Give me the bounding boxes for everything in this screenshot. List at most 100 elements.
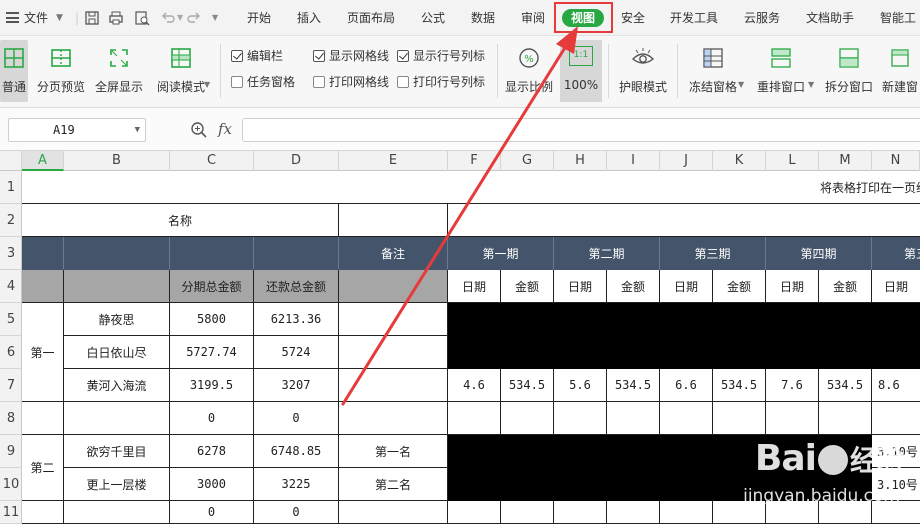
cell-f11[interactable] <box>448 501 501 524</box>
tab-smart-tools[interactable]: 智能工 <box>880 0 916 36</box>
repay-total-cell[interactable]: 0 <box>254 501 339 524</box>
date-header[interactable]: 日期 <box>554 270 607 303</box>
date-cell[interactable]: 4.6 <box>448 369 501 402</box>
amount-cell[interactable]: 534.5 <box>713 369 766 402</box>
installment-total-cell[interactable]: 6278 <box>170 435 254 468</box>
row-header-8[interactable]: 8 <box>0 402 22 435</box>
chevron-down-icon[interactable]: ▼ <box>56 0 63 36</box>
installment-total-cell[interactable]: 3199.5 <box>170 369 254 402</box>
date-header[interactable]: 日期 <box>448 270 501 303</box>
tab-data[interactable]: 数据 <box>471 0 495 36</box>
remark-cell[interactable] <box>339 501 448 524</box>
cell-a4[interactable] <box>22 270 64 303</box>
period-2-header[interactable]: 第二期 <box>554 237 660 270</box>
col-header-j[interactable]: J <box>660 151 713 171</box>
row-header-2[interactable]: 2 <box>0 204 22 237</box>
chevron-down-icon[interactable]: ▼ <box>212 0 218 36</box>
cell-a11[interactable] <box>22 501 64 524</box>
cell-n8[interactable] <box>872 402 920 435</box>
period-4-header[interactable]: 第四期 <box>766 237 872 270</box>
cell-h11[interactable] <box>554 501 607 524</box>
amount-header[interactable]: 金额 <box>607 270 660 303</box>
page-break-preview-button[interactable]: 分页预览 <box>34 40 88 102</box>
amount-cell[interactable]: 534.5 <box>819 369 872 402</box>
repay-total-header[interactable]: 还款总金额 <box>254 270 339 303</box>
installment-total-cell[interactable]: 3000 <box>170 468 254 501</box>
row-header-11[interactable]: 11 <box>0 501 22 524</box>
edit-bar-checkbox[interactable]: 编辑栏 <box>231 48 301 64</box>
col-header-g[interactable]: G <box>501 151 554 171</box>
col-header-d[interactable]: D <box>254 151 339 171</box>
amount-header[interactable]: 金额 <box>713 270 766 303</box>
cell-c3[interactable] <box>170 237 254 270</box>
cell-j11[interactable] <box>660 501 713 524</box>
cell-f2[interactable] <box>448 204 920 237</box>
cell-b3[interactable] <box>64 237 170 270</box>
repay-total-cell[interactable]: 3207 <box>254 369 339 402</box>
row-header-5[interactable]: 5 <box>0 303 22 336</box>
tab-cloud[interactable]: 云服务 <box>744 0 780 36</box>
date-cell[interactable]: 8.6 <box>872 369 920 402</box>
new-window-button[interactable]: 新建窗 <box>880 40 920 102</box>
select-all-corner[interactable] <box>0 151 22 171</box>
cell-d3[interactable] <box>254 237 339 270</box>
split-window-button[interactable]: 拆分窗口 <box>822 40 876 102</box>
amount-cell[interactable]: 534.5 <box>607 369 660 402</box>
col-header-h[interactable]: H <box>554 151 607 171</box>
col-header-b[interactable]: B <box>64 151 170 171</box>
chevron-down-icon[interactable]: ▼ <box>135 119 140 141</box>
eye-mode-button[interactable]: 护眼模式 <box>614 40 672 102</box>
name-header-cell[interactable]: 名称 <box>22 204 339 237</box>
remark-cell[interactable] <box>339 402 448 435</box>
col-header-c[interactable]: C <box>170 151 254 171</box>
show-gridlines-checkbox[interactable]: 显示网格线 <box>313 48 393 64</box>
tab-page-layout[interactable]: 页面布局 <box>347 0 395 36</box>
normal-view-button[interactable]: 普通 <box>0 40 28 102</box>
date-header[interactable]: 日期 <box>872 270 920 303</box>
fullscreen-button[interactable]: 全屏显示 <box>92 40 146 102</box>
installment-total-cell[interactable]: 5727.74 <box>170 336 254 369</box>
tab-home[interactable]: 开始 <box>247 0 271 36</box>
installment-total-cell[interactable]: 0 <box>170 501 254 524</box>
col-header-l[interactable]: L <box>766 151 819 171</box>
remark-header-cell[interactable]: 备注 <box>339 237 448 270</box>
col-header-n[interactable]: N <box>872 151 920 171</box>
period-3-header[interactable]: 第三期 <box>660 237 766 270</box>
menu-icon[interactable] <box>6 12 19 23</box>
cell-i11[interactable] <box>607 501 660 524</box>
date-cell[interactable]: 5.6 <box>554 369 607 402</box>
period-1-header[interactable]: 第一期 <box>448 237 554 270</box>
print-headers-checkbox[interactable]: 打印行号列标 <box>397 74 489 90</box>
print-preview-icon[interactable] <box>134 10 150 26</box>
amount-header[interactable]: 金额 <box>501 270 554 303</box>
cell-f8[interactable] <box>448 402 501 435</box>
name-cell[interactable]: 欲穷千里目 <box>64 435 170 468</box>
formula-input[interactable] <box>242 118 920 142</box>
print-gridlines-checkbox[interactable]: 打印网格线 <box>313 74 393 90</box>
task-pane-checkbox[interactable]: 任务窗格 <box>231 74 311 90</box>
fx-icon[interactable]: fx <box>218 120 232 138</box>
col-header-e[interactable]: E <box>339 151 448 171</box>
cell-g11[interactable] <box>501 501 554 524</box>
col-header-a[interactable]: A <box>22 151 64 171</box>
group-2-cell[interactable]: 第二 <box>22 435 64 501</box>
installment-total-header[interactable]: 分期总金额 <box>170 270 254 303</box>
show-headers-checkbox[interactable]: 显示行号列标 <box>397 48 489 64</box>
cell-e4[interactable] <box>339 270 448 303</box>
tab-insert[interactable]: 插入 <box>297 0 321 36</box>
tab-developer[interactable]: 开发工具 <box>670 0 718 36</box>
chevron-down-icon[interactable]: ▼ <box>177 0 183 36</box>
amount-cell[interactable]: 534.5 <box>501 369 554 402</box>
col-header-f[interactable]: F <box>448 151 501 171</box>
cell-k8[interactable] <box>713 402 766 435</box>
zoom-button[interactable]: % 显示比例 <box>504 40 554 102</box>
zoom-search-icon[interactable] <box>190 121 208 139</box>
row-header-4[interactable]: 4 <box>0 270 22 303</box>
date-cell[interactable]: 6.6 <box>660 369 713 402</box>
name-box[interactable]: A19 ▼ <box>8 118 146 142</box>
cell-b4[interactable] <box>64 270 170 303</box>
name-cell[interactable]: 白日依山尽 <box>64 336 170 369</box>
row-header-9[interactable]: 9 <box>0 435 22 468</box>
tab-review[interactable]: 审阅 <box>521 0 545 36</box>
cell-i8[interactable] <box>607 402 660 435</box>
